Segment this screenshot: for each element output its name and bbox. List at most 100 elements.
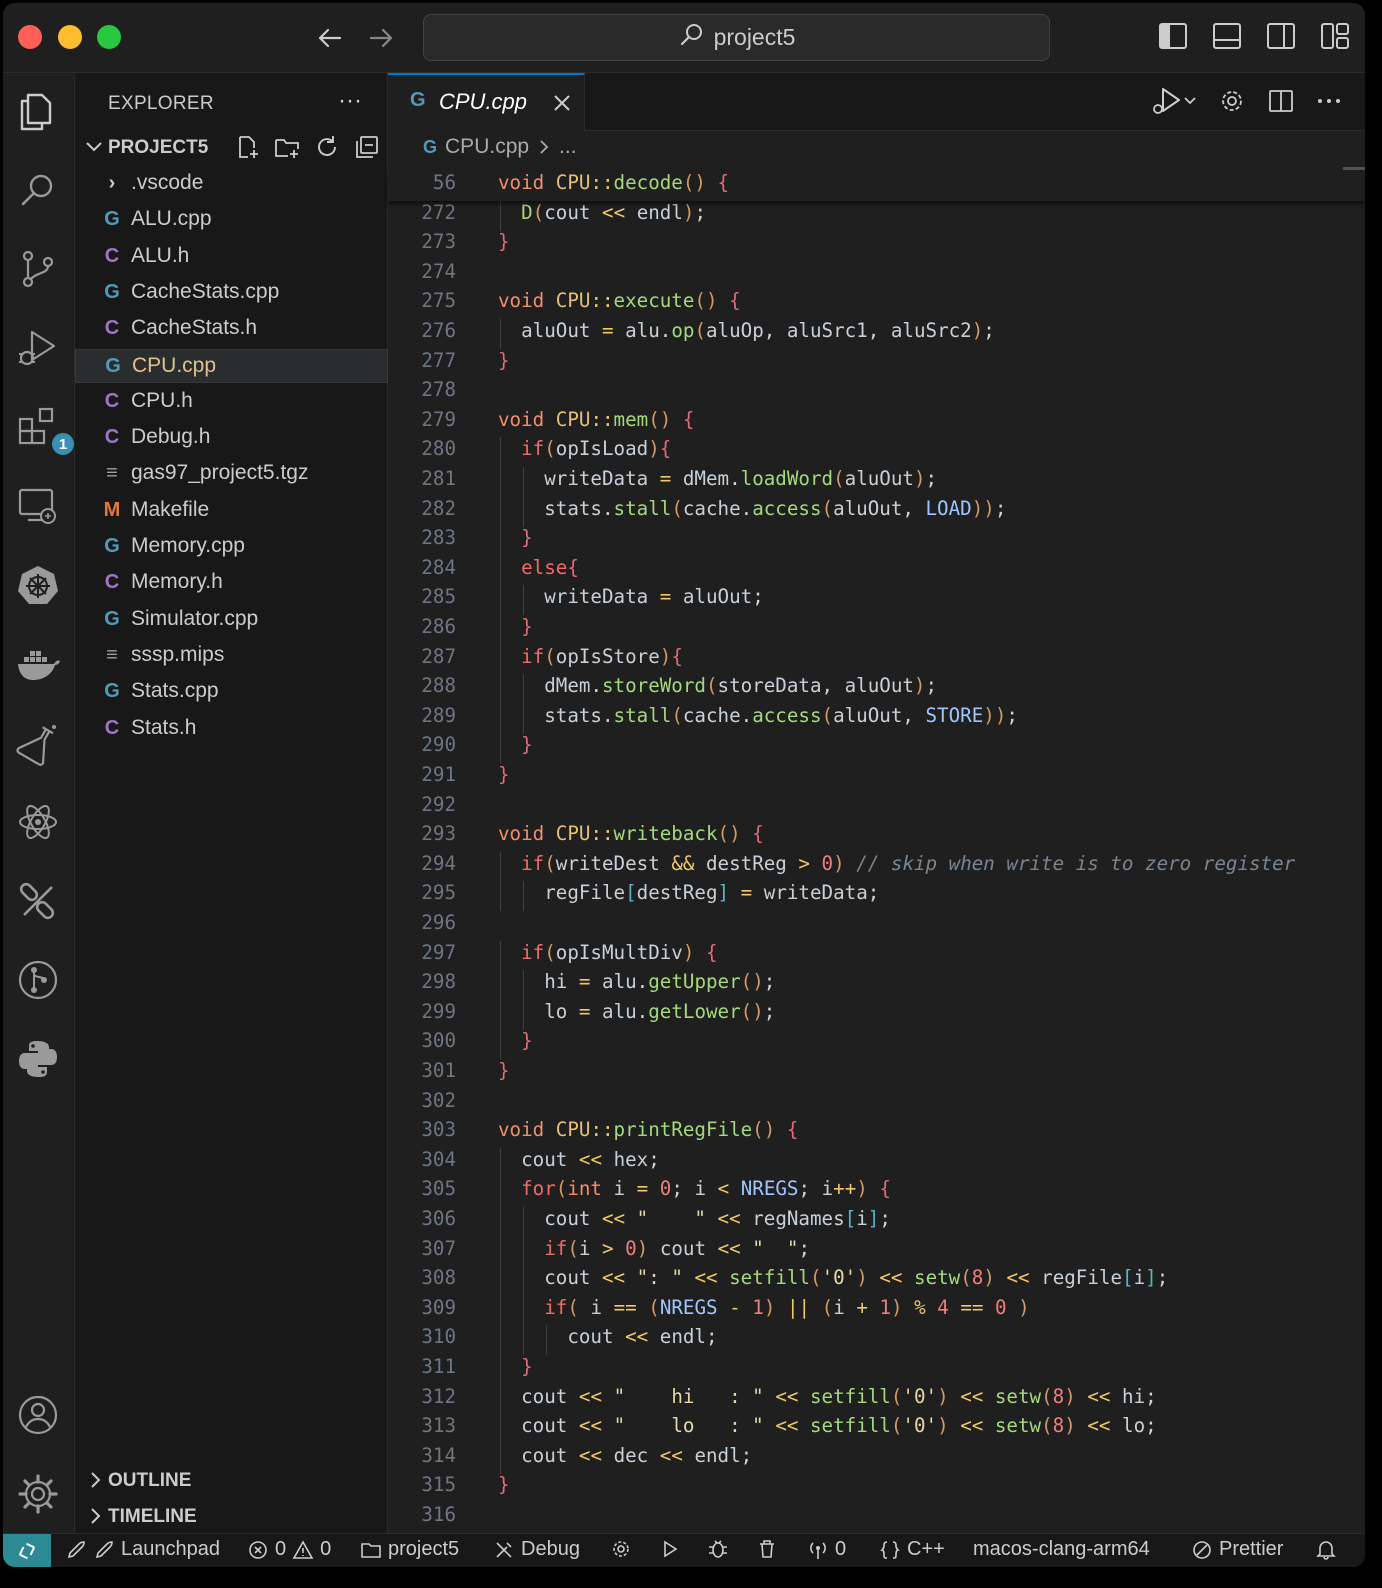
run-item[interactable] (659, 1538, 681, 1560)
run-and-debug-icon[interactable] (14, 324, 62, 372)
prettier-item[interactable]: Prettier (1191, 1538, 1283, 1561)
react-icon[interactable] (14, 798, 62, 846)
code-line: 300 } (388, 1029, 1365, 1060)
file-item[interactable]: G Stats.cpp (75, 675, 388, 709)
line-number: 282 (421, 496, 456, 520)
config-item[interactable]: macos-clang-arm64 (973, 1538, 1150, 1561)
code-line: 278 (388, 378, 1365, 408)
toggle-primary-sidebar-icon[interactable] (1157, 19, 1189, 53)
git-graph-icon[interactable] (14, 956, 62, 1004)
project-folder-header[interactable]: PROJECT5 (75, 133, 388, 165)
explorer-icon[interactable] (14, 87, 62, 135)
extensions-icon[interactable]: 1 (14, 403, 76, 457)
line-number: 296 (421, 911, 456, 934)
run-debug-dropdown-icon[interactable] (1149, 85, 1197, 117)
activity-bar: 1 (3, 73, 76, 1533)
ports-item[interactable]: 0 (807, 1538, 846, 1561)
remote-indicator[interactable] (3, 1534, 51, 1567)
command-center-search[interactable]: project5 (423, 14, 1050, 61)
debug-item[interactable] (707, 1538, 729, 1560)
file-item[interactable]: G Memory.cpp (75, 530, 388, 564)
new-folder-icon[interactable] (273, 133, 301, 161)
explorer-more-actions[interactable]: ··· (338, 87, 362, 115)
testing-icon[interactable] (14, 719, 62, 767)
cpp-file-icon: G (423, 136, 438, 157)
new-file-icon[interactable] (233, 133, 261, 161)
code-line: 308 cout << ": " << setfill('0') << setw… (388, 1266, 1365, 1297)
language-mode-item[interactable]: C++ (879, 1538, 945, 1561)
back-arrow-icon[interactable] (313, 21, 347, 55)
line-number: 313 (421, 1414, 456, 1438)
kubernetes-icon[interactable] (14, 561, 62, 609)
python-icon[interactable] (14, 1035, 62, 1083)
file-item[interactable]: C Memory.h (75, 566, 388, 600)
code-line: 277} (388, 349, 1365, 379)
notifications-item[interactable] (1315, 1538, 1337, 1560)
more-actions-icon[interactable] (1315, 85, 1343, 117)
file-item[interactable]: ≡ gas97_project5.tgz (75, 457, 388, 491)
collapse-all-icon[interactable] (353, 133, 381, 161)
line-source: } (521, 615, 533, 638)
code-line: 286 } (388, 615, 1365, 645)
file-item[interactable]: C Stats.h (75, 712, 388, 746)
outline-section[interactable]: OUTLINE (75, 1465, 388, 1497)
project-item[interactable]: project5 (360, 1538, 459, 1561)
editor-actions (1149, 85, 1343, 117)
line-number: 274 (421, 259, 456, 283)
forward-arrow-icon[interactable] (364, 21, 398, 55)
minimize-window-button[interactable] (58, 25, 82, 49)
line-source: if(writeDest && destReg > 0) // skip whe… (521, 851, 1296, 875)
accounts-icon[interactable] (14, 1391, 62, 1439)
cpp-file-icon: G (104, 680, 120, 703)
remote-explorer-icon[interactable] (14, 482, 62, 530)
maximize-window-button[interactable] (97, 25, 121, 49)
editor-area: G CPU.cpp G CPU.cpp ... 56 void CPU::deco… (388, 73, 1365, 1533)
line-source: void CPU::decode() { (498, 171, 730, 194)
search-view-icon[interactable] (14, 166, 62, 214)
file-item[interactable]: G ALU.cpp (75, 203, 388, 237)
close-tab-icon[interactable] (550, 91, 574, 115)
makefile-file-icon: M (103, 498, 121, 521)
clean-item[interactable] (756, 1538, 778, 1560)
docker-icon[interactable] (14, 640, 62, 688)
rocket-icon (95, 1540, 113, 1558)
file-item[interactable]: C ALU.h (75, 240, 388, 274)
tab-cpu-cpp[interactable]: G CPU.cpp (388, 73, 585, 131)
source-control-icon[interactable] (14, 245, 62, 293)
manage-gear-icon[interactable] (14, 1470, 62, 1518)
close-window-button[interactable] (18, 25, 42, 49)
file-item[interactable]: G CacheStats.cpp (75, 276, 388, 310)
line-number: 298 (421, 970, 456, 994)
problems-item[interactable]: 0 0 (247, 1538, 331, 1561)
timeline-section[interactable]: TIMELINE (75, 1501, 388, 1533)
file-item[interactable]: C CacheStats.h (75, 312, 388, 346)
file-item[interactable]: G CPU.cpp (75, 348, 388, 383)
file-item[interactable]: C Debug.h (75, 421, 388, 455)
toggle-secondary-sidebar-icon[interactable] (1265, 19, 1297, 53)
code-line: 302 (388, 1089, 1365, 1119)
file-item[interactable]: ≡ sssp.mips (75, 639, 388, 673)
file-item[interactable]: › .vscode (75, 167, 388, 201)
code-line: 315} (388, 1473, 1365, 1503)
file-item[interactable]: M Makefile (75, 494, 388, 528)
code-line: 312 cout << " hi : " << setfill('0') << … (388, 1384, 1365, 1415)
customize-layout-icon[interactable] (1319, 19, 1351, 53)
line-number: 273 (421, 230, 456, 254)
launchpad-item[interactable]: Launchpad (65, 1538, 220, 1561)
build-settings-item[interactable] (610, 1538, 632, 1560)
file-item[interactable]: C CPU.h (75, 385, 388, 419)
line-number: 314 (421, 1443, 456, 1467)
breadcrumb-symbol[interactable]: ... (559, 135, 577, 159)
tab-label: CPU.cpp (439, 89, 528, 114)
code-line: 311 } (388, 1355, 1365, 1385)
file-item[interactable]: G Simulator.cpp (75, 603, 388, 637)
breadcrumb-file[interactable]: CPU.cpp (445, 135, 529, 159)
split-editor-icon[interactable] (1267, 85, 1295, 117)
live-share-icon[interactable] (14, 877, 62, 925)
refresh-icon[interactable] (313, 133, 341, 161)
line-source: if(opIsLoad){ (521, 437, 672, 461)
file-name: .vscode (131, 171, 204, 194)
toggle-panel-icon[interactable] (1211, 19, 1243, 53)
settings-gear-icon[interactable] (1217, 85, 1247, 117)
debug-config-item[interactable]: Debug (493, 1538, 580, 1561)
